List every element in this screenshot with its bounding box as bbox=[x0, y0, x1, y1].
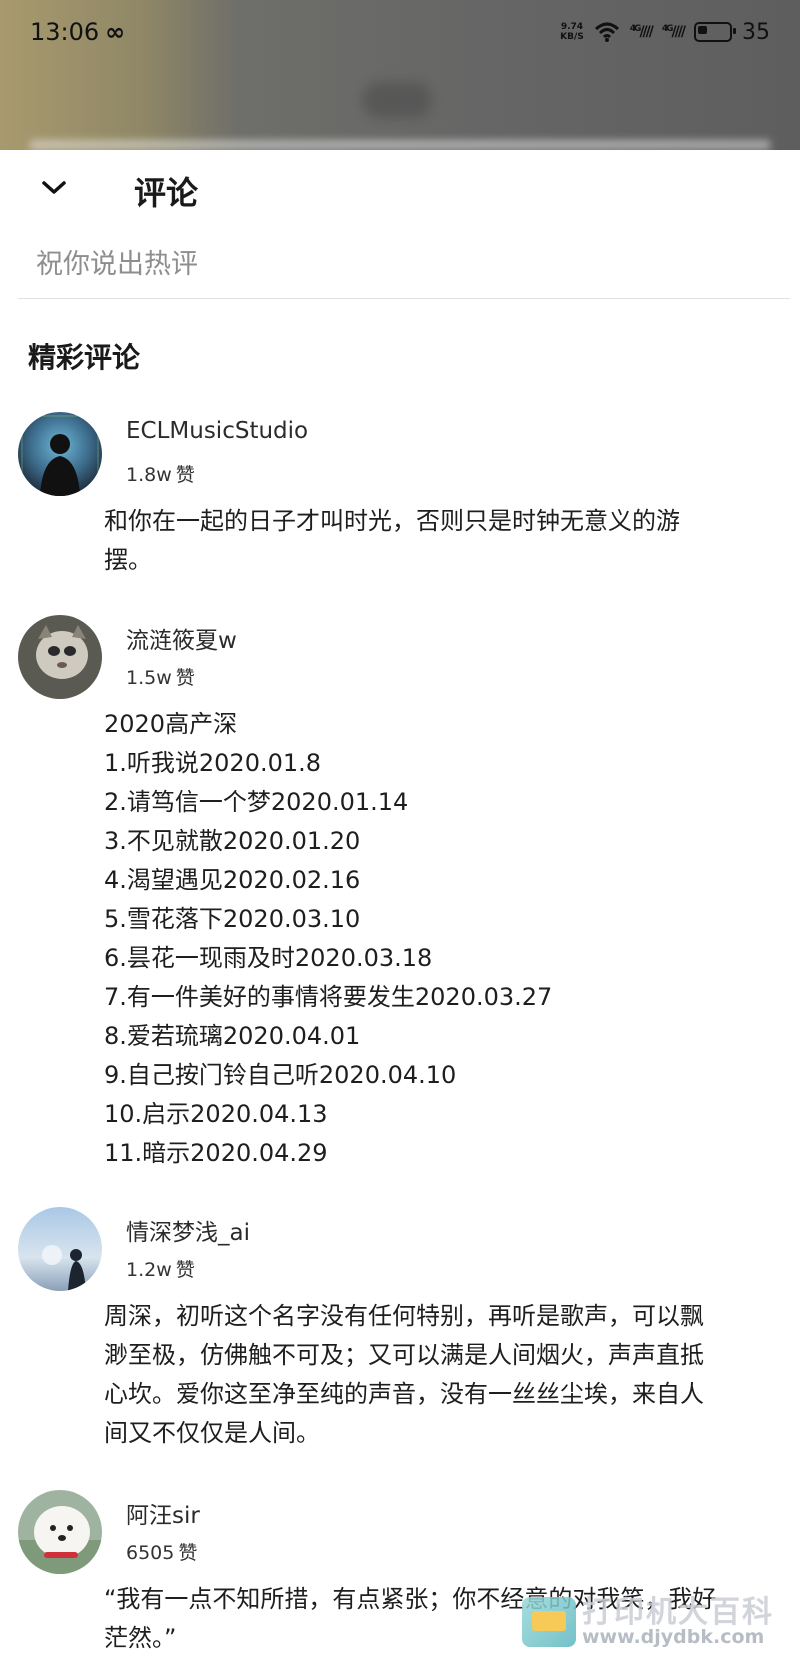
signal-1-label: 4G bbox=[629, 24, 642, 34]
status-left: 13:06 ∞ bbox=[30, 18, 125, 46]
like-unit: 赞 bbox=[178, 1542, 198, 1564]
like-count[interactable]: 1.8w 赞 bbox=[126, 460, 195, 487]
watermark-name: 打印机大百科 bbox=[582, 1594, 774, 1630]
like-unit: 赞 bbox=[175, 1259, 195, 1281]
avatar-image bbox=[18, 412, 102, 496]
avatar-image bbox=[18, 1490, 102, 1574]
section-title: 精彩评论 bbox=[28, 341, 141, 374]
like-count[interactable]: 6505 赞 bbox=[126, 1538, 197, 1565]
username[interactable]: 情深梦浅_ai bbox=[126, 1213, 250, 1247]
status-right: 9.74 KB/S 4G//// 4G//// 35 bbox=[560, 20, 770, 45]
username[interactable]: ECLMusicStudio bbox=[126, 418, 308, 444]
like-count-value: 6505 bbox=[126, 1542, 175, 1564]
like-count-value: 1.5w bbox=[126, 667, 172, 689]
avatar[interactable] bbox=[18, 412, 102, 496]
username[interactable]: 流涟筱夏w bbox=[126, 621, 237, 655]
printer-logo-icon bbox=[522, 1597, 576, 1647]
chevron-down-icon bbox=[42, 181, 66, 194]
comments-sheet: 评论 精彩评论 ECLMusicStudio 1.8 bbox=[0, 150, 800, 1653]
watermark: 打印机大百科 www.djydbk.com bbox=[522, 1592, 794, 1652]
battery-icon bbox=[694, 22, 736, 42]
like-count[interactable]: 1.5w 赞 bbox=[126, 663, 195, 690]
signal-2-label: 4G bbox=[661, 24, 674, 34]
network-speed-value: 9.74 bbox=[560, 22, 584, 32]
watermark-text: 打印机大百科 www.djydbk.com bbox=[582, 1594, 774, 1648]
signal-icon-2: 4G//// bbox=[661, 24, 686, 40]
username[interactable]: 阿汪sir bbox=[126, 1496, 200, 1530]
avatar-image bbox=[18, 615, 102, 699]
blurred-line bbox=[30, 140, 770, 150]
comment-input[interactable] bbox=[36, 242, 756, 286]
avatar[interactable] bbox=[18, 615, 102, 699]
watermark-url: www.djydbk.com bbox=[582, 1625, 765, 1648]
blurred-title bbox=[362, 82, 432, 118]
divider bbox=[18, 298, 790, 299]
sheet-header: 评论 bbox=[0, 150, 800, 230]
like-count-value: 1.8w bbox=[126, 464, 172, 486]
page-title: 评论 bbox=[134, 174, 199, 212]
like-count-value: 1.2w bbox=[126, 1259, 172, 1281]
status-bar: 13:06 ∞ 9.74 KB/S 4G//// 4G//// 35 bbox=[0, 0, 800, 64]
clock: 13:06 bbox=[30, 18, 100, 46]
avatar[interactable] bbox=[18, 1207, 102, 1291]
signal-icon-1: 4G//// bbox=[629, 24, 654, 40]
infinity-icon: ∞ bbox=[105, 18, 126, 46]
comment-text: 和你在一起的日子才叫时光，否则只是时钟无意义的游 摆。 bbox=[104, 507, 680, 574]
collapse-button[interactable] bbox=[34, 168, 74, 208]
battery-level: 35 bbox=[742, 19, 770, 45]
network-speed-unit: KB/S bbox=[560, 32, 584, 42]
comment-text: 2020高产深 1.听我说2020.01.8 2.请笃信一个梦2020.01.1… bbox=[104, 710, 553, 1167]
like-count[interactable]: 1.2w 赞 bbox=[126, 1255, 195, 1282]
network-speed: 9.74 KB/S bbox=[560, 22, 584, 42]
comment-text: 周深，初听这个名字没有任何特别，再听是歌声，可以飘 渺至极，仿佛触不可及；又可以… bbox=[104, 1302, 704, 1447]
like-unit: 赞 bbox=[175, 667, 195, 689]
avatar[interactable] bbox=[18, 1490, 102, 1574]
wifi-icon bbox=[594, 22, 619, 42]
avatar-image bbox=[18, 1207, 102, 1291]
like-unit: 赞 bbox=[175, 464, 195, 486]
